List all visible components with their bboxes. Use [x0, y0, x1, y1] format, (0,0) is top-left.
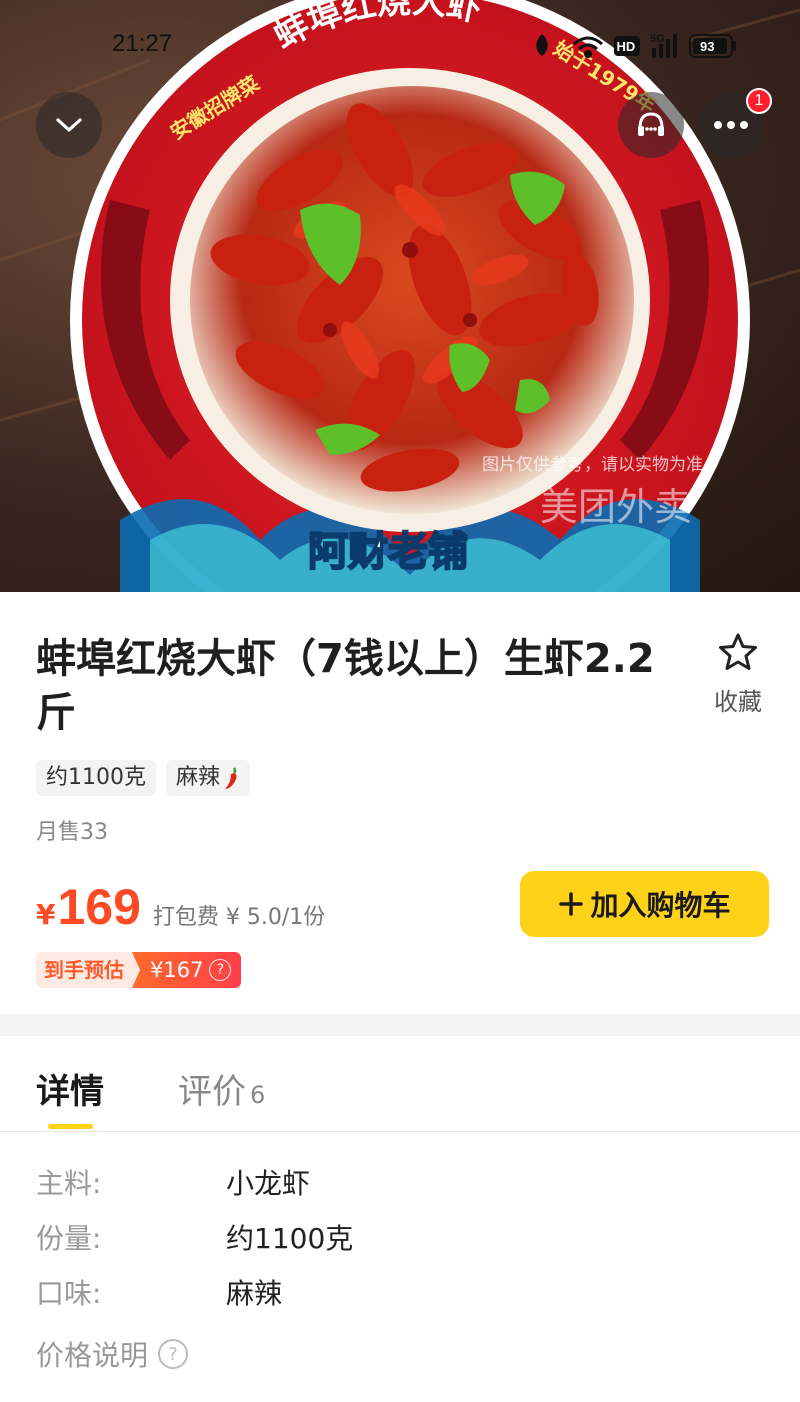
add-to-cart-label: 加入购物车: [590, 889, 731, 922]
more-dots-icon: [714, 121, 748, 129]
price-row: ¥ 169 打包费 ¥ 5.0/1份: [36, 878, 325, 938]
tab-bar: 详情 评价 6: [0, 1036, 800, 1132]
tab-reviews[interactable]: 评价 6: [178, 1064, 265, 1113]
active-tab-indicator: [48, 1124, 93, 1129]
add-to-cart-button[interactable]: 加入购物车: [520, 871, 769, 937]
detail-row-portion: 份量: 约1100克: [36, 1217, 353, 1257]
svg-text:5G: 5G: [650, 33, 665, 45]
weight-tag: 约1100克: [36, 760, 156, 796]
chevron-down-icon: [56, 118, 82, 132]
price-note-link[interactable]: 价格说明 ?: [36, 1334, 189, 1374]
customer-service-button[interactable]: [618, 92, 684, 158]
chili-pepper-icon: [225, 767, 237, 789]
product-photo[interactable]: 蚌埠红烧大虾 安徽招牌菜 始于1979年 阿财老铺 图片仅供参考，请以实物为准 …: [0, 0, 800, 592]
favorite-label: 收藏: [714, 688, 762, 716]
location-icon: [536, 34, 548, 56]
estimate-label: 到手预估: [36, 952, 138, 988]
crayfish-dish-image: 蚌埠红烧大虾 安徽招牌菜 始于1979年 阿财老铺 图片仅供参考，请以实物为准 …: [0, 0, 800, 592]
svg-text:93: 93: [700, 39, 714, 54]
packaging-fee: 打包费 ¥ 5.0/1份: [152, 905, 326, 930]
plate-brand-text: 阿财老铺: [308, 529, 468, 575]
status-icons: HD 5G 93: [536, 33, 736, 58]
notification-badge: 1: [746, 88, 772, 114]
monthly-sales: 月售33: [36, 820, 108, 845]
detail-key: 口味:: [36, 1277, 102, 1310]
favorite-button[interactable]: 收藏: [706, 632, 770, 717]
product-title: 蚌埠红烧大虾（7钱以上）生虾2.2斤: [36, 636, 655, 736]
disclaimer-text: 图片仅供参考，请以实物为准: [482, 455, 703, 475]
plus-icon: [559, 892, 584, 916]
wifi-icon: [573, 36, 603, 58]
section-divider: [0, 1014, 800, 1036]
tab-reviews-label: 评价: [178, 1072, 246, 1112]
flavor-tag-label: 麻辣: [176, 765, 221, 790]
star-outline-icon: [719, 633, 757, 670]
status-time: 21:27: [112, 30, 173, 57]
detail-key: 主料:: [36, 1167, 102, 1200]
flavor-tag: 麻辣: [166, 760, 251, 796]
tab-detail-label: 详情: [36, 1072, 104, 1112]
question-circle-icon: ?: [158, 1339, 189, 1369]
customer-service-icon: [638, 112, 664, 136]
reviews-count: 6: [250, 1081, 266, 1109]
spec-tags: 约1100克 麻辣: [36, 760, 251, 796]
detail-value: 小龙虾: [226, 1167, 311, 1200]
detail-value: 约1100克: [226, 1222, 354, 1255]
battery-icon: 93: [689, 34, 736, 58]
more-button[interactable]: 1: [698, 88, 772, 158]
question-circle-icon: ?: [209, 959, 232, 981]
estimated-price-badge[interactable]: 到手预估 ¥167 ?: [36, 952, 242, 988]
tab-detail[interactable]: 详情: [36, 1064, 104, 1113]
watermark-text: 美团外卖: [540, 485, 692, 529]
hd-icon: HD: [614, 36, 640, 56]
detail-row-ingredient: 主料: 小龙虾: [36, 1162, 310, 1202]
estimate-value: ¥167: [150, 958, 204, 982]
svg-text:HD: HD: [617, 39, 636, 54]
currency-symbol: ¥: [36, 898, 56, 931]
detail-key: 份量:: [36, 1222, 102, 1255]
estimate-value-box: ¥167 ?: [132, 952, 242, 988]
detail-value: 麻辣: [226, 1277, 283, 1310]
price-note-label: 价格说明: [36, 1339, 149, 1372]
collapse-button[interactable]: [36, 92, 102, 158]
product-price: 169: [57, 879, 141, 935]
detail-row-flavor: 口味: 麻辣: [36, 1272, 282, 1312]
signal-icon: 5G: [650, 33, 677, 58]
